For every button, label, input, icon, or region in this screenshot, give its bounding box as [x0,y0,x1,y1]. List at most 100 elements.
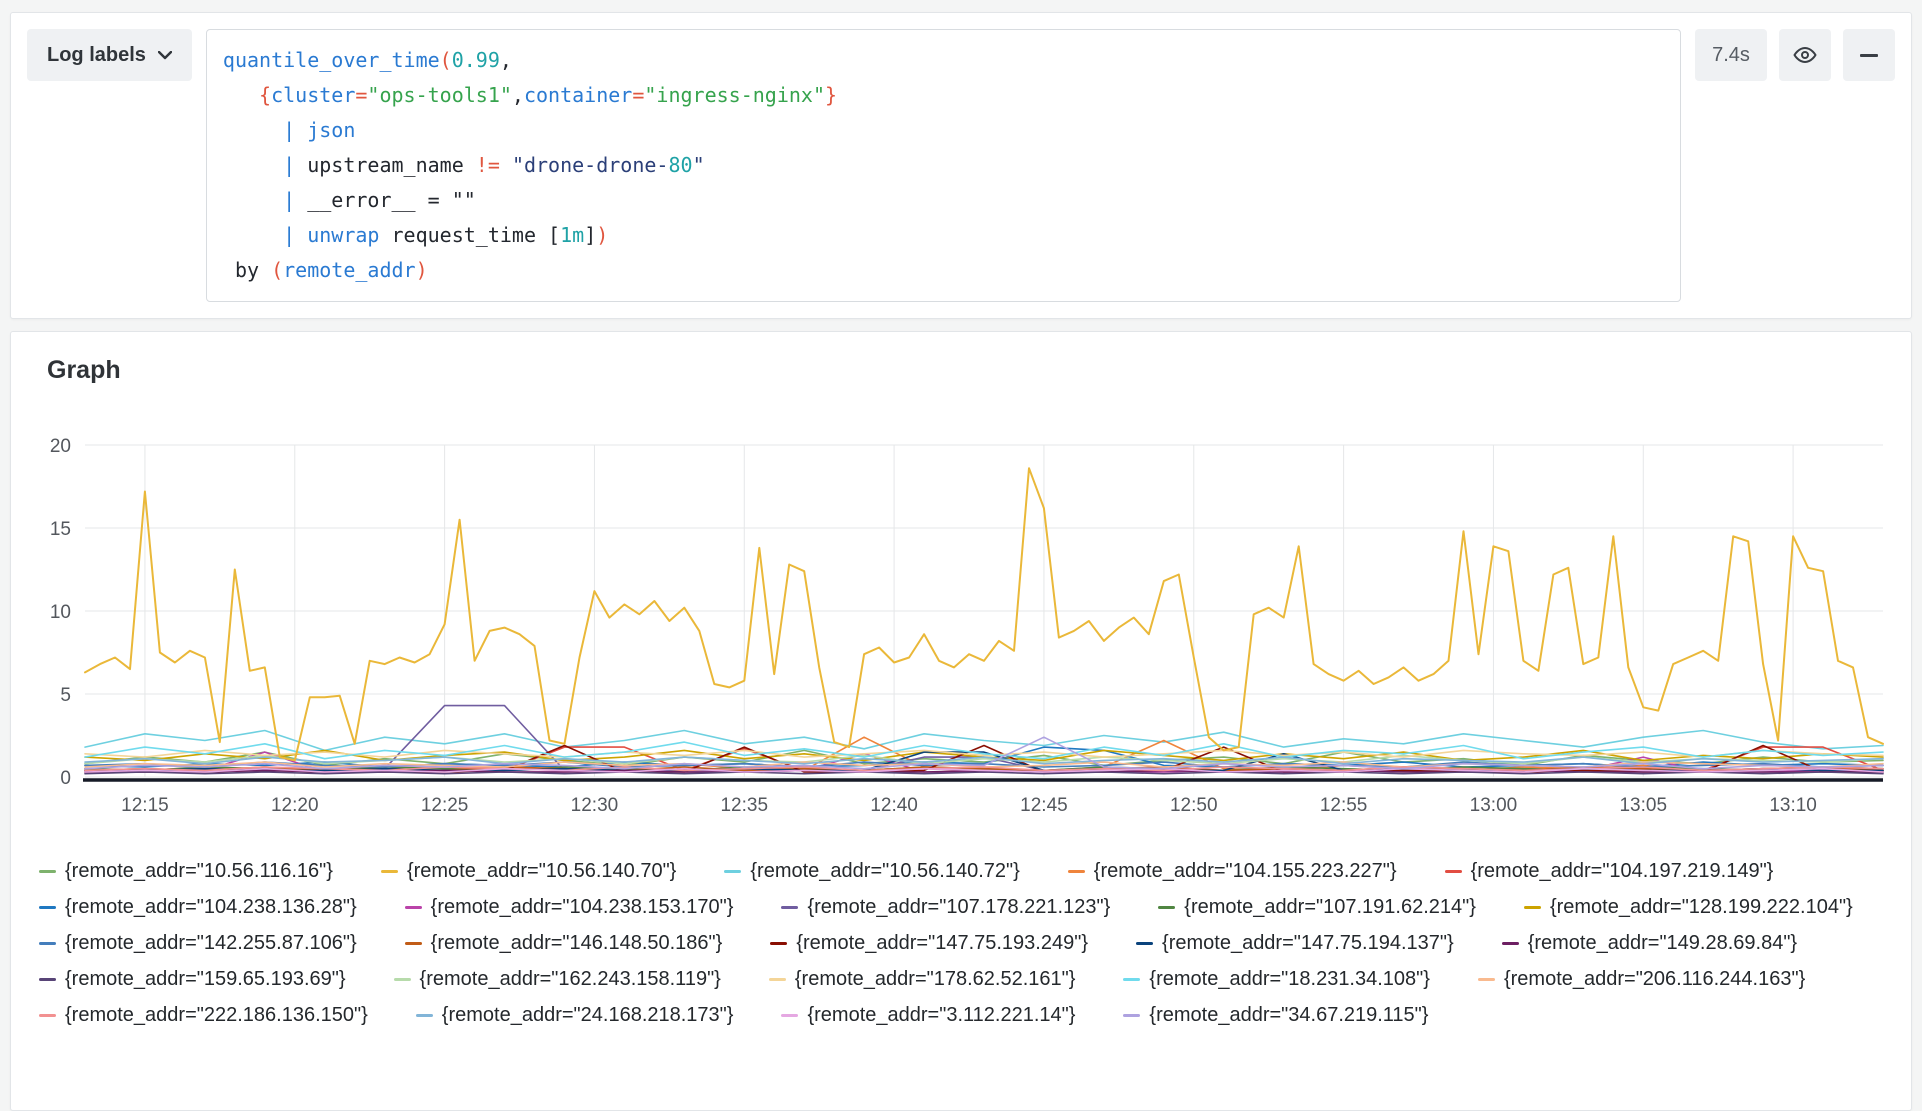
legend-item[interactable]: {remote_addr="147.75.194.137"} [1136,932,1454,955]
legend-item[interactable]: {remote_addr="104.238.136.28"} [39,896,357,919]
legend-color-swatch [394,978,411,981]
graph-legend: {remote_addr="10.56.116.16"} {remote_addr… [35,860,1887,1027]
legend-color-swatch [1502,942,1519,945]
legend-item[interactable]: {remote_addr="104.197.219.149"} [1445,860,1774,883]
legend-color-swatch [1524,906,1541,909]
legend-color-swatch [39,942,56,945]
query-line: {cluster="ops-tools1",container="ingress… [223,78,1664,113]
legend-item[interactable]: {remote_addr="10.56.116.16"} [39,860,333,883]
query-line: by (remote_addr) [223,253,1664,288]
legend-item[interactable]: {remote_addr="178.62.52.161"} [769,968,1076,991]
x-tick-label: 12:15 [121,795,169,816]
x-tick-label: 12:25 [421,795,469,816]
legend-label: {remote_addr="142.255.87.106"} [65,932,357,955]
legend-color-swatch [381,870,398,873]
remove-query-button[interactable] [1843,29,1895,81]
y-tick-label: 0 [60,768,71,789]
legend-label: {remote_addr="10.56.140.70"} [407,860,676,883]
legend-item[interactable]: {remote_addr="146.148.50.186"} [405,932,723,955]
y-tick-label: 20 [50,437,71,457]
x-tick-label: 12:35 [720,795,768,816]
legend-color-swatch [781,906,798,909]
legend-item[interactable]: {remote_addr="162.243.158.119"} [394,968,721,991]
legend-item[interactable]: {remote_addr="128.199.222.104"} [1524,896,1853,919]
legend-label: {remote_addr="107.191.62.214"} [1184,896,1476,919]
legend-item[interactable]: {remote_addr="10.56.140.70"} [381,860,676,883]
x-tick-label: 12:45 [1020,795,1068,816]
chevron-down-icon [158,51,172,60]
legend-item[interactable]: {remote_addr="104.238.153.170"} [405,896,734,919]
x-tick-label: 13:05 [1619,795,1667,816]
legend-color-swatch [416,1014,433,1017]
legend-label: {remote_addr="10.56.140.72"} [750,860,1019,883]
legend-item[interactable]: {remote_addr="3.112.221.14"} [781,1004,1075,1027]
legend-label: {remote_addr="159.65.193.69"} [65,968,346,991]
legend-label: {remote_addr="104.155.223.227"} [1094,860,1397,883]
legend-label: {remote_addr="162.243.158.119"} [420,968,721,991]
legend-label: {remote_addr="147.75.194.137"} [1162,932,1454,955]
legend-item[interactable]: {remote_addr="104.155.223.227"} [1068,860,1397,883]
legend-color-swatch [405,906,422,909]
legend-color-swatch [781,1014,798,1017]
x-tick-label: 12:30 [571,795,619,816]
legend-color-swatch [405,942,422,945]
query-line: | __error__ = "" [223,183,1664,218]
legend-item[interactable]: {remote_addr="159.65.193.69"} [39,968,346,991]
legend-item[interactable]: {remote_addr="107.191.62.214"} [1158,896,1476,919]
legend-color-swatch [39,1014,56,1017]
legend-item[interactable]: {remote_addr="149.28.69.84"} [1502,932,1797,955]
legend-label: {remote_addr="104.238.153.170"} [431,896,734,919]
legend-label: {remote_addr="3.112.221.14"} [807,1004,1075,1027]
legend-color-swatch [769,978,786,981]
legend-color-swatch [770,942,787,945]
legend-color-swatch [1123,1014,1140,1017]
legend-label: {remote_addr="104.238.136.28"} [65,896,357,919]
legend-label: {remote_addr="178.62.52.161"} [795,968,1076,991]
legend-color-swatch [1136,942,1153,945]
query-code: quantile_over_time(0.99, {cluster="ops-t… [223,43,1664,288]
graph-panel: Graph 0510152012:1512:2012:2512:3012:351… [10,331,1912,1111]
legend-label: {remote_addr="10.56.116.16"} [65,860,333,883]
query-duration: 7.4s [1712,44,1750,67]
chart-area: 0510152012:1512:2012:2512:3012:3512:4012… [35,437,1887,834]
graph-title: Graph [47,356,1887,385]
preview-button[interactable] [1779,29,1831,81]
legend-color-swatch [39,978,56,981]
legend-item[interactable]: {remote_addr="10.56.140.72"} [724,860,1019,883]
series-line-159.65.193.69 [85,772,1883,774]
query-line: | unwrap request_time [1m]) [223,218,1664,253]
legend-item[interactable]: {remote_addr="18.231.34.108"} [1123,968,1430,991]
query-controls: 7.4s [1695,29,1895,81]
legend-label: {remote_addr="222.186.136.150"} [65,1004,368,1027]
y-tick-label: 5 [60,685,71,706]
legend-label: {remote_addr="128.199.222.104"} [1550,896,1853,919]
query-editor[interactable]: quantile_over_time(0.99, {cluster="ops-t… [206,29,1681,302]
graph-canvas[interactable]: 0510152012:1512:2012:2512:3012:3512:4012… [35,437,1889,829]
legend-color-swatch [1478,978,1495,981]
log-labels-label: Log labels [47,44,146,67]
legend-item[interactable]: {remote_addr="206.116.244.163"} [1478,968,1805,991]
query-line: | upstream_name != "drone-drone-80" [223,148,1664,183]
legend-item[interactable]: {remote_addr="107.178.221.123"} [781,896,1110,919]
legend-label: {remote_addr="104.197.219.149"} [1471,860,1774,883]
legend-item[interactable]: {remote_addr="147.75.193.249"} [770,932,1088,955]
x-tick-label: 13:00 [1470,795,1518,816]
legend-label: {remote_addr="206.116.244.163"} [1504,968,1805,991]
legend-item[interactable]: {remote_addr="222.186.136.150"} [39,1004,368,1027]
legend-color-swatch [39,906,56,909]
legend-color-swatch [724,870,741,873]
legend-item[interactable]: {remote_addr="24.168.218.173"} [416,1004,734,1027]
query-line: | json [223,113,1664,148]
legend-color-swatch [1123,978,1140,981]
legend-item[interactable]: {remote_addr="34.67.219.115"} [1123,1004,1428,1027]
legend-label: {remote_addr="146.148.50.186"} [431,932,723,955]
x-tick-label: 12:20 [271,795,319,816]
legend-item[interactable]: {remote_addr="142.255.87.106"} [39,932,357,955]
log-labels-button[interactable]: Log labels [27,29,192,81]
legend-color-swatch [1158,906,1175,909]
legend-label: {remote_addr="24.168.218.173"} [442,1004,734,1027]
query-line: quantile_over_time(0.99, [223,43,1664,78]
x-tick-label: 12:55 [1320,795,1368,816]
legend-label: {remote_addr="147.75.193.249"} [796,932,1088,955]
legend-label: {remote_addr="107.178.221.123"} [807,896,1110,919]
